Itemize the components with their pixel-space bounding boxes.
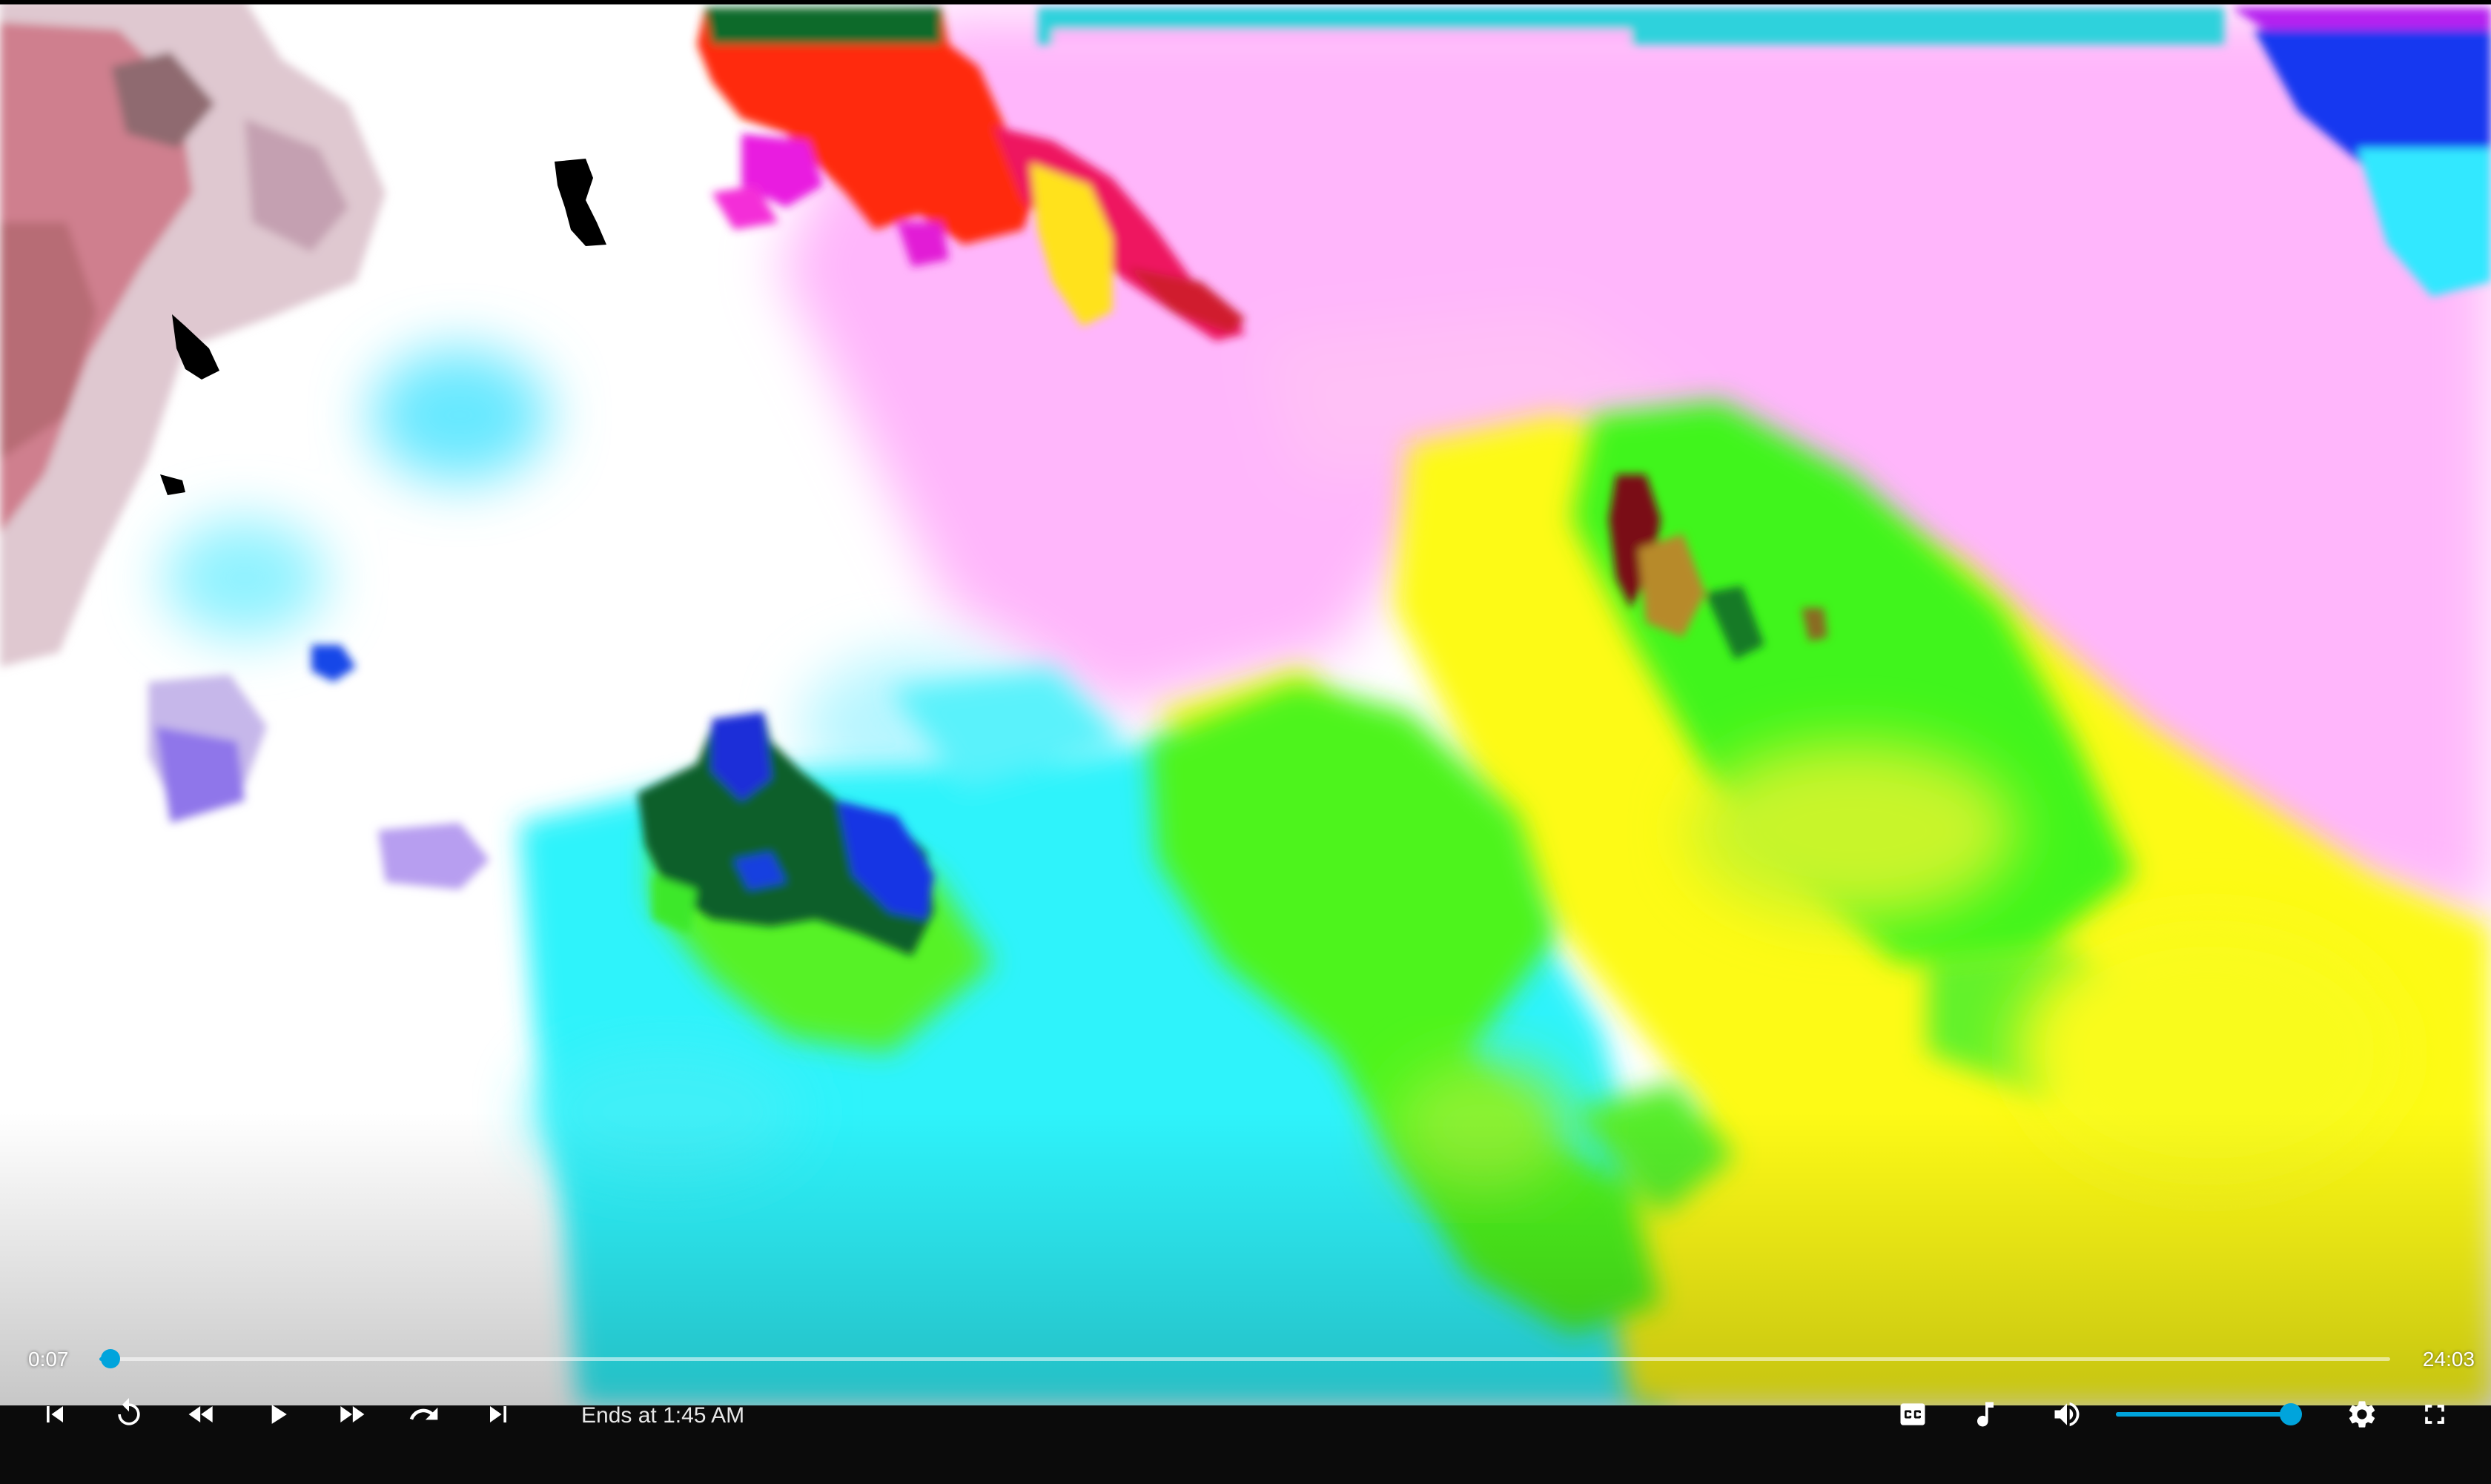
video-content	[0, 0, 2491, 1405]
closed-captions-icon	[1900, 1403, 1925, 1425]
volume-slider[interactable]	[2116, 1403, 2302, 1425]
top-edge-strip	[0, 0, 2491, 4]
ends-at-label: Ends at 1:45 AM	[581, 1403, 745, 1428]
next-track-button[interactable]	[474, 1391, 522, 1438]
previous-track-button[interactable]	[31, 1391, 79, 1438]
volume-slider-level	[2116, 1412, 2291, 1417]
fullscreen-button[interactable]	[2411, 1391, 2458, 1438]
settings-gear-icon	[2349, 1401, 2375, 1428]
closed-captions-button[interactable]	[1889, 1391, 1936, 1438]
total-time-label: 24:03	[2422, 1348, 2475, 1371]
fast-forward-button[interactable]	[328, 1391, 375, 1438]
fast-forward-icon	[340, 1406, 365, 1422]
rewind-icon	[188, 1406, 213, 1422]
play-button[interactable]	[254, 1391, 301, 1438]
settings-button[interactable]	[2338, 1391, 2386, 1438]
current-time-label: 0:07	[28, 1348, 69, 1371]
forward-button[interactable]	[400, 1391, 448, 1438]
music-note-icon	[1977, 1402, 1994, 1427]
replay-button[interactable]	[105, 1391, 153, 1438]
forward-icon	[409, 1407, 438, 1420]
volume-icon	[2054, 1402, 2080, 1427]
rewind-button[interactable]	[178, 1391, 225, 1438]
previous-track-icon	[47, 1406, 63, 1422]
play-icon	[271, 1405, 287, 1424]
fullscreen-icon	[2425, 1405, 2444, 1424]
audio-track-button[interactable]	[1962, 1391, 2009, 1438]
next-track-icon	[490, 1406, 506, 1422]
seek-bar[interactable]	[99, 1349, 2390, 1368]
volume-slider-handle[interactable]	[2280, 1403, 2302, 1425]
mute-button[interactable]	[2043, 1391, 2091, 1438]
replay-icon	[118, 1398, 140, 1425]
video-frame[interactable]	[0, 0, 2491, 1405]
